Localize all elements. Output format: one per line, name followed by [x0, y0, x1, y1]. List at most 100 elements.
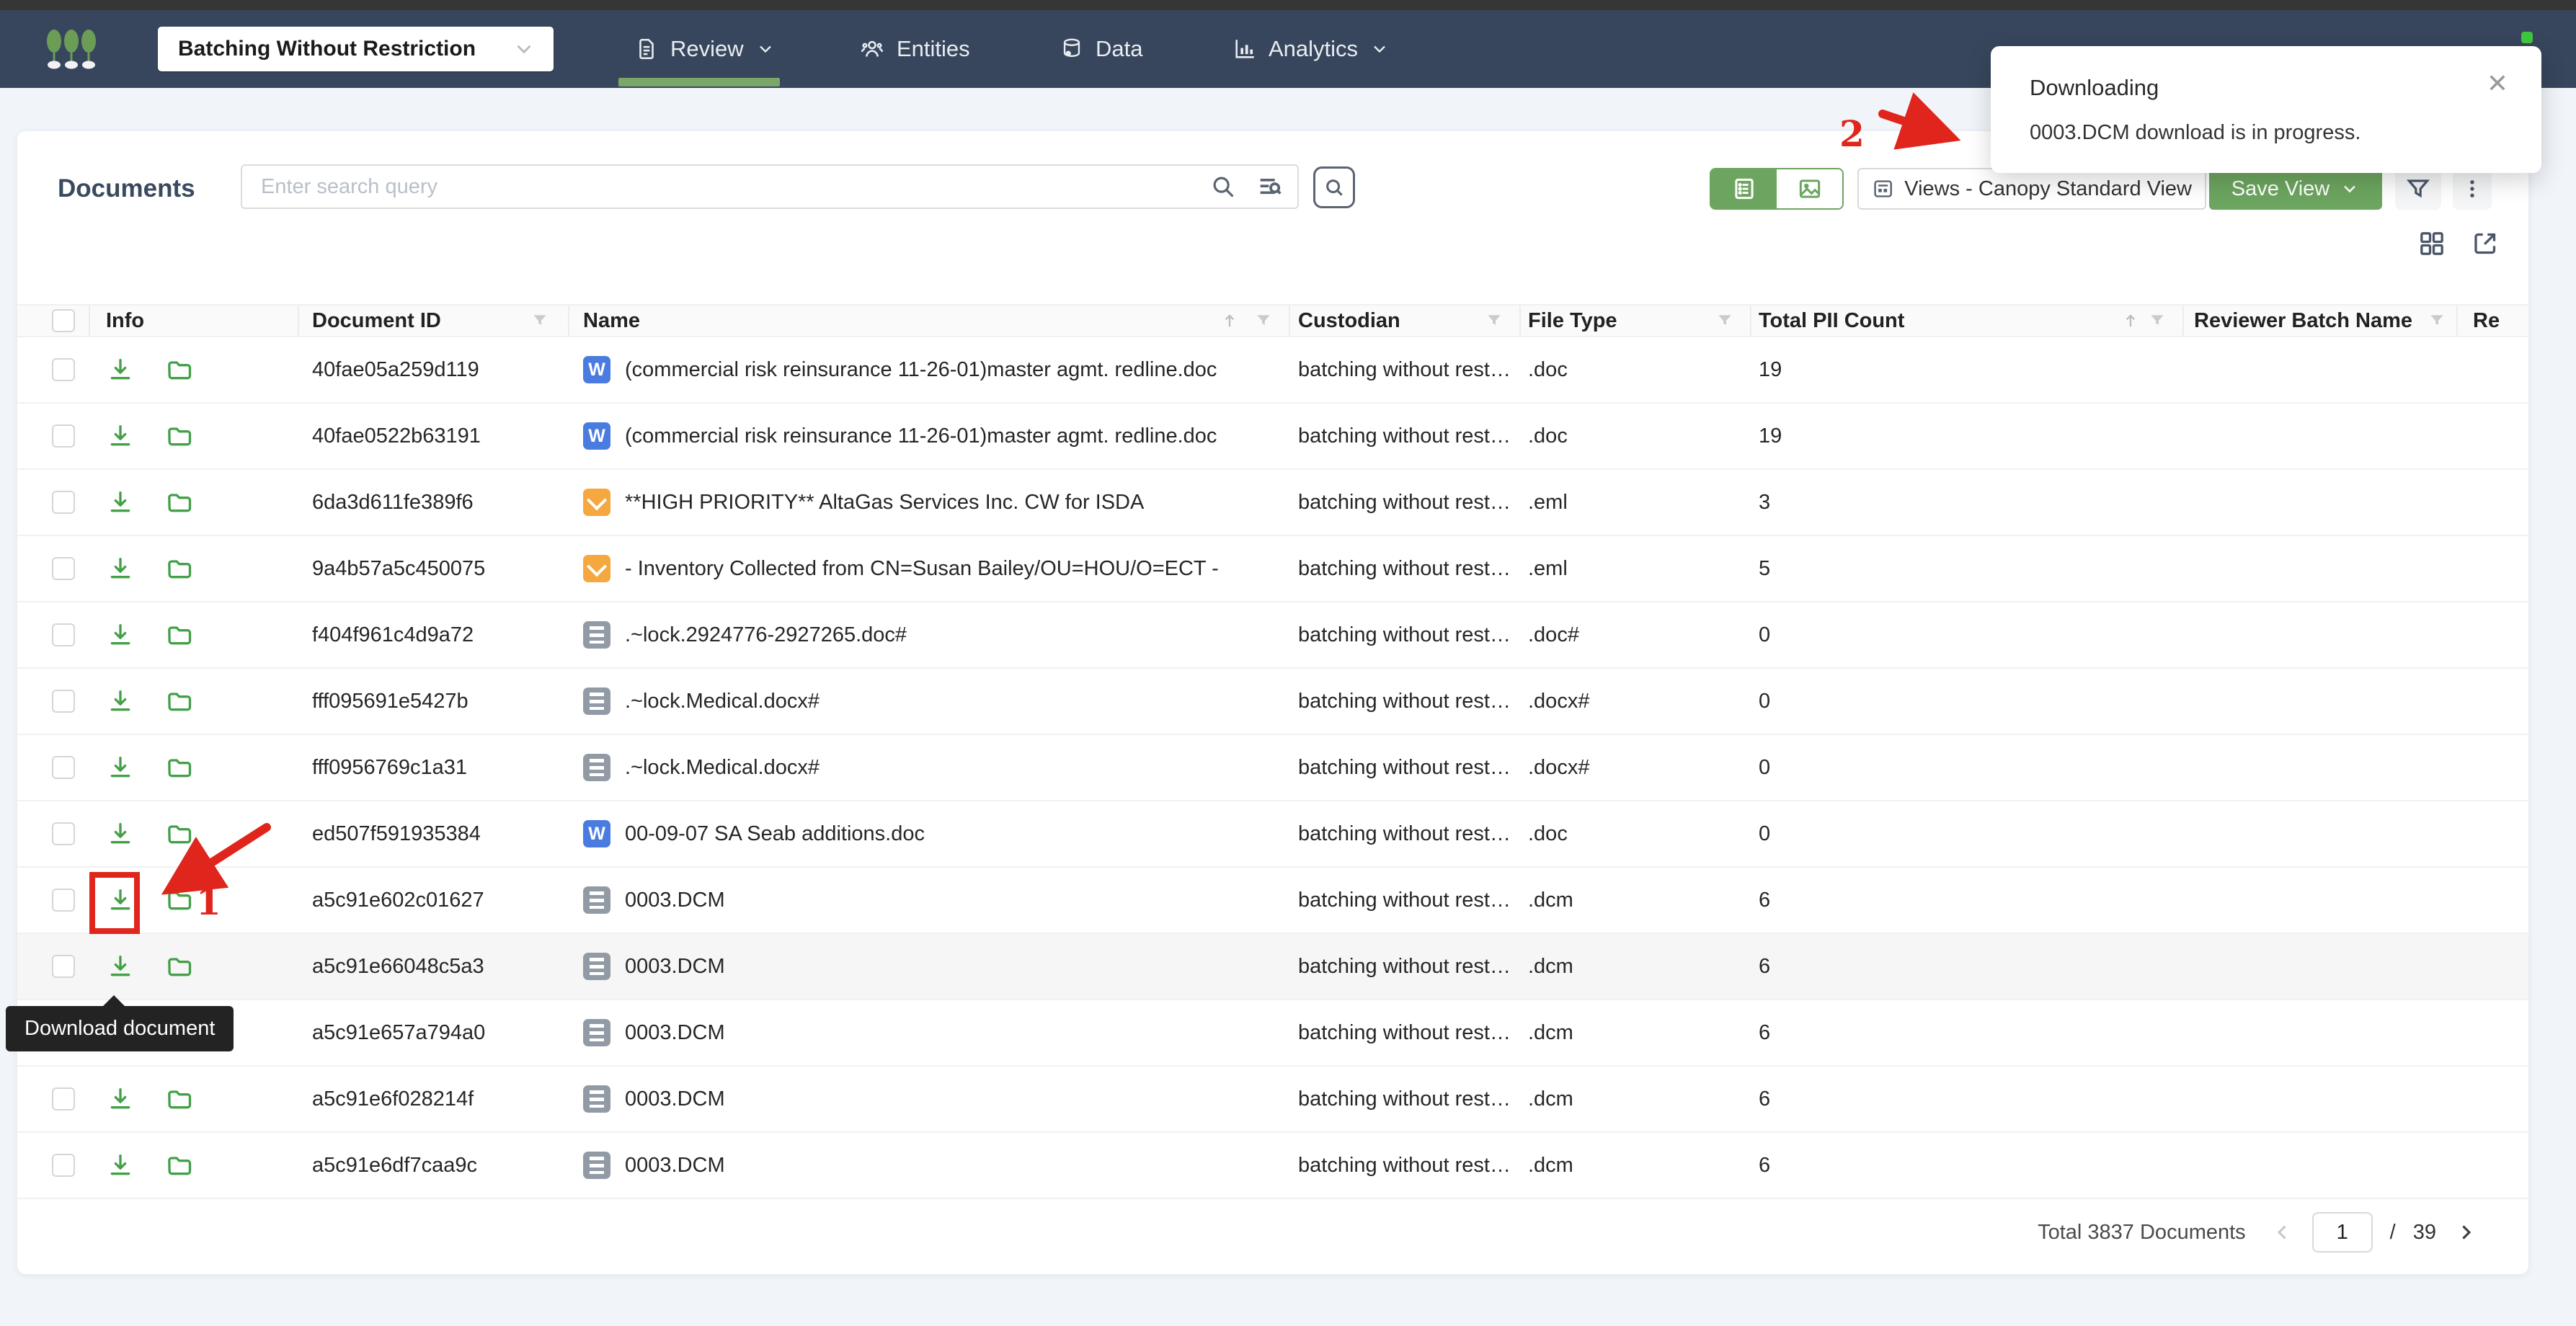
folder-icon[interactable]: [165, 620, 194, 649]
document-name[interactable]: 00-09-07 SA Seab additions.doc: [625, 822, 925, 846]
folder-icon[interactable]: [165, 886, 194, 915]
sort-up-icon[interactable]: [2120, 311, 2141, 331]
table-row[interactable]: a5c91e6df7caa9c 0003.DCM batching withou…: [17, 1133, 2528, 1199]
folder-icon[interactable]: [165, 355, 194, 384]
search-input[interactable]: [261, 175, 1191, 199]
saved-search-button[interactable]: [1313, 166, 1355, 208]
document-name[interactable]: (commercial risk reinsurance 11-26-01)ma…: [625, 424, 1217, 448]
image-view-button[interactable]: [1777, 169, 1842, 208]
document-name[interactable]: 0003.DCM: [625, 955, 725, 979]
nav-item-review[interactable]: Review: [634, 10, 776, 88]
download-icon[interactable]: [106, 886, 135, 915]
row-checkbox[interactable]: [52, 557, 75, 580]
next-page-icon[interactable]: [2453, 1220, 2478, 1245]
filter-funnel-icon[interactable]: [530, 311, 549, 330]
table-row[interactable]: fff0956769c1a31 .~lock.Medical.docx# bat…: [17, 735, 2528, 801]
header-re-clipped[interactable]: Re: [2458, 306, 2528, 336]
views-selector[interactable]: Views - Canopy Standard View: [1857, 168, 2206, 210]
filter-funnel-icon[interactable]: [2148, 311, 2167, 330]
filter-funnel-icon[interactable]: [1254, 311, 1273, 330]
table-row[interactable]: a5c91e66048c5a3 0003.DCM batching withou…: [17, 934, 2528, 1000]
table-row[interactable]: 40fae05a259d119 W (commercial risk reins…: [17, 337, 2528, 404]
close-icon[interactable]: ✕: [2487, 71, 2508, 97]
header-name[interactable]: Name: [569, 306, 1290, 336]
nav-item-entities[interactable]: Entities: [859, 10, 970, 88]
folder-icon[interactable]: [165, 952, 194, 981]
row-checkbox[interactable]: [52, 491, 75, 514]
row-checkbox[interactable]: [52, 822, 75, 845]
filter-funnel-icon[interactable]: [1715, 311, 1734, 330]
table-row[interactable]: f404f961c4d9a72 .~lock.2924776-2927265.d…: [17, 602, 2528, 669]
header-custodian[interactable]: Custodian: [1290, 306, 1521, 336]
document-name[interactable]: 0003.DCM: [625, 1087, 725, 1111]
document-name[interactable]: 0003.DCM: [625, 1021, 725, 1045]
table-row[interactable]: ed507f591935384 W 00-09-07 SA Seab addit…: [17, 801, 2528, 868]
table-row[interactable]: fff095691e5427b .~lock.Medical.docx# bat…: [17, 669, 2528, 735]
sort-up-icon[interactable]: [1220, 311, 1240, 331]
download-icon[interactable]: [106, 488, 135, 517]
row-checkbox[interactable]: [52, 1087, 75, 1111]
row-checkbox[interactable]: [52, 889, 75, 912]
download-icon[interactable]: [106, 620, 135, 649]
list-view-button[interactable]: [1711, 169, 1777, 208]
row-checkbox[interactable]: [52, 623, 75, 646]
search-icon[interactable]: [1209, 173, 1237, 200]
folder-icon[interactable]: [165, 753, 194, 782]
folder-icon[interactable]: [165, 687, 194, 716]
document-name[interactable]: .~lock.2924776-2927265.doc#: [625, 623, 907, 647]
folder-icon[interactable]: [165, 422, 194, 450]
save-view-button[interactable]: Save View: [2209, 168, 2382, 210]
row-checkbox[interactable]: [52, 756, 75, 779]
header-reviewer-batch-name[interactable]: Reviewer Batch Name: [2184, 306, 2458, 336]
nav-item-data[interactable]: Data: [1060, 10, 1142, 88]
filter-funnel-icon[interactable]: [1485, 311, 1504, 330]
document-id-cell: fff095691e5427b: [299, 669, 569, 734]
folder-icon[interactable]: [165, 819, 194, 848]
previous-page-icon[interactable]: [2270, 1220, 2295, 1245]
table-row[interactable]: a5c91e657a794a0 0003.DCM batching withou…: [17, 1000, 2528, 1067]
more-options-button[interactable]: [2453, 168, 2492, 210]
row-checkbox[interactable]: [52, 690, 75, 713]
document-name[interactable]: **HIGH PRIORITY** AltaGas Services Inc. …: [625, 491, 1144, 515]
download-icon[interactable]: [106, 554, 135, 583]
table-row[interactable]: a5c91e6f028214f 0003.DCM batching withou…: [17, 1067, 2528, 1133]
header-file-type[interactable]: File Type: [1521, 306, 1751, 336]
download-icon[interactable]: [106, 1085, 135, 1113]
advanced-search-icon[interactable]: [1256, 172, 1284, 201]
row-checkbox[interactable]: [52, 358, 75, 381]
folder-icon[interactable]: [165, 1085, 194, 1113]
folder-icon[interactable]: [165, 488, 194, 517]
table-row[interactable]: 9a4b57a5c450075 - Inventory Collected fr…: [17, 536, 2528, 602]
document-name[interactable]: 0003.DCM: [625, 1154, 725, 1178]
document-name[interactable]: .~lock.Medical.docx#: [625, 756, 820, 780]
header-document-id[interactable]: Document ID: [299, 306, 569, 336]
project-selector[interactable]: Batching Without Restriction: [158, 27, 554, 71]
document-name[interactable]: .~lock.Medical.docx#: [625, 690, 820, 713]
download-icon[interactable]: [106, 687, 135, 716]
nav-item-analytics[interactable]: Analytics: [1233, 10, 1390, 88]
columns-grid-icon[interactable]: [2417, 229, 2446, 258]
download-icon[interactable]: [106, 355, 135, 384]
row-checkbox[interactable]: [52, 1154, 75, 1177]
document-name[interactable]: 0003.DCM: [625, 889, 725, 912]
document-name[interactable]: - Inventory Collected from CN=Susan Bail…: [625, 557, 1219, 581]
row-checkbox[interactable]: [52, 955, 75, 978]
select-all-checkbox[interactable]: [52, 309, 75, 332]
export-icon[interactable]: [2471, 229, 2500, 258]
download-icon[interactable]: [106, 952, 135, 981]
download-icon[interactable]: [106, 1151, 135, 1180]
row-checkbox[interactable]: [52, 424, 75, 448]
table-row[interactable]: a5c91e602c01627 0003.DCM batching withou…: [17, 868, 2528, 934]
filter-funnel-icon[interactable]: [2428, 311, 2446, 330]
filter-button[interactable]: [2395, 168, 2441, 210]
download-icon[interactable]: [106, 819, 135, 848]
table-row[interactable]: 40fae0522b63191 W (commercial risk reins…: [17, 404, 2528, 470]
folder-icon[interactable]: [165, 1151, 194, 1180]
header-total-pii-count[interactable]: Total PII Count: [1751, 306, 2184, 336]
folder-icon[interactable]: [165, 554, 194, 583]
page-number-input[interactable]: [2312, 1212, 2373, 1252]
table-row[interactable]: 6da3d611fe389f6 **HIGH PRIORITY** AltaGa…: [17, 470, 2528, 536]
download-icon[interactable]: [106, 753, 135, 782]
download-icon[interactable]: [106, 422, 135, 450]
document-name[interactable]: (commercial risk reinsurance 11-26-01)ma…: [625, 358, 1217, 382]
